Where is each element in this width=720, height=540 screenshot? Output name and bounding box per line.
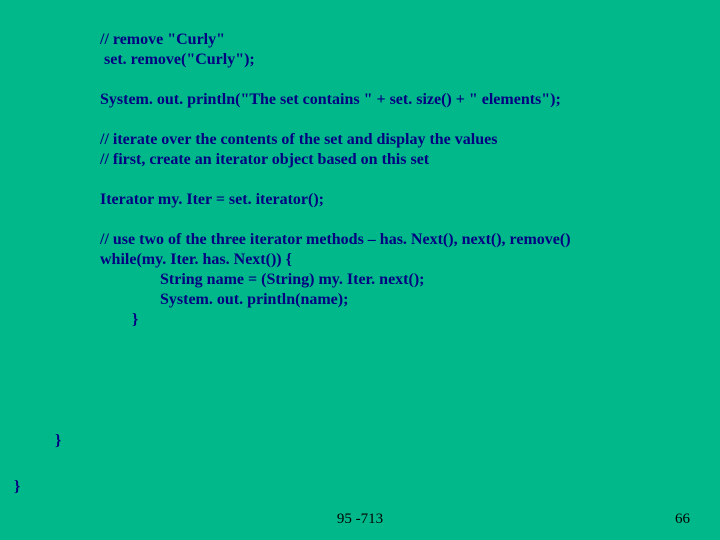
footer-page-number: 66 <box>675 511 690 528</box>
closing-brace: } <box>55 432 61 450</box>
code-line: System. out. println("The set contains "… <box>100 91 561 108</box>
code-line: // first, create an iterator object base… <box>100 151 429 168</box>
footer-course-code: 95 -713 <box>0 511 720 528</box>
closing-brace: } <box>14 478 20 496</box>
code-line: while(my. Iter. has. Next()) { <box>100 251 292 268</box>
code-line: Iterator my. Iter = set. iterator(); <box>100 191 324 208</box>
code-block: // remove "Curly" set. remove("Curly"); … <box>100 30 705 330</box>
code-line: set. remove("Curly"); <box>100 51 255 68</box>
code-line: } <box>100 311 138 328</box>
code-line: String name = (String) my. Iter. next(); <box>100 271 425 288</box>
code-line: System. out. println(name); <box>100 291 348 308</box>
slide: // remove "Curly" set. remove("Curly"); … <box>0 0 720 540</box>
code-line: // iterate over the contents of the set … <box>100 131 497 148</box>
code-line: // use two of the three iterator methods… <box>100 231 571 248</box>
code-line: // remove "Curly" <box>100 31 225 48</box>
